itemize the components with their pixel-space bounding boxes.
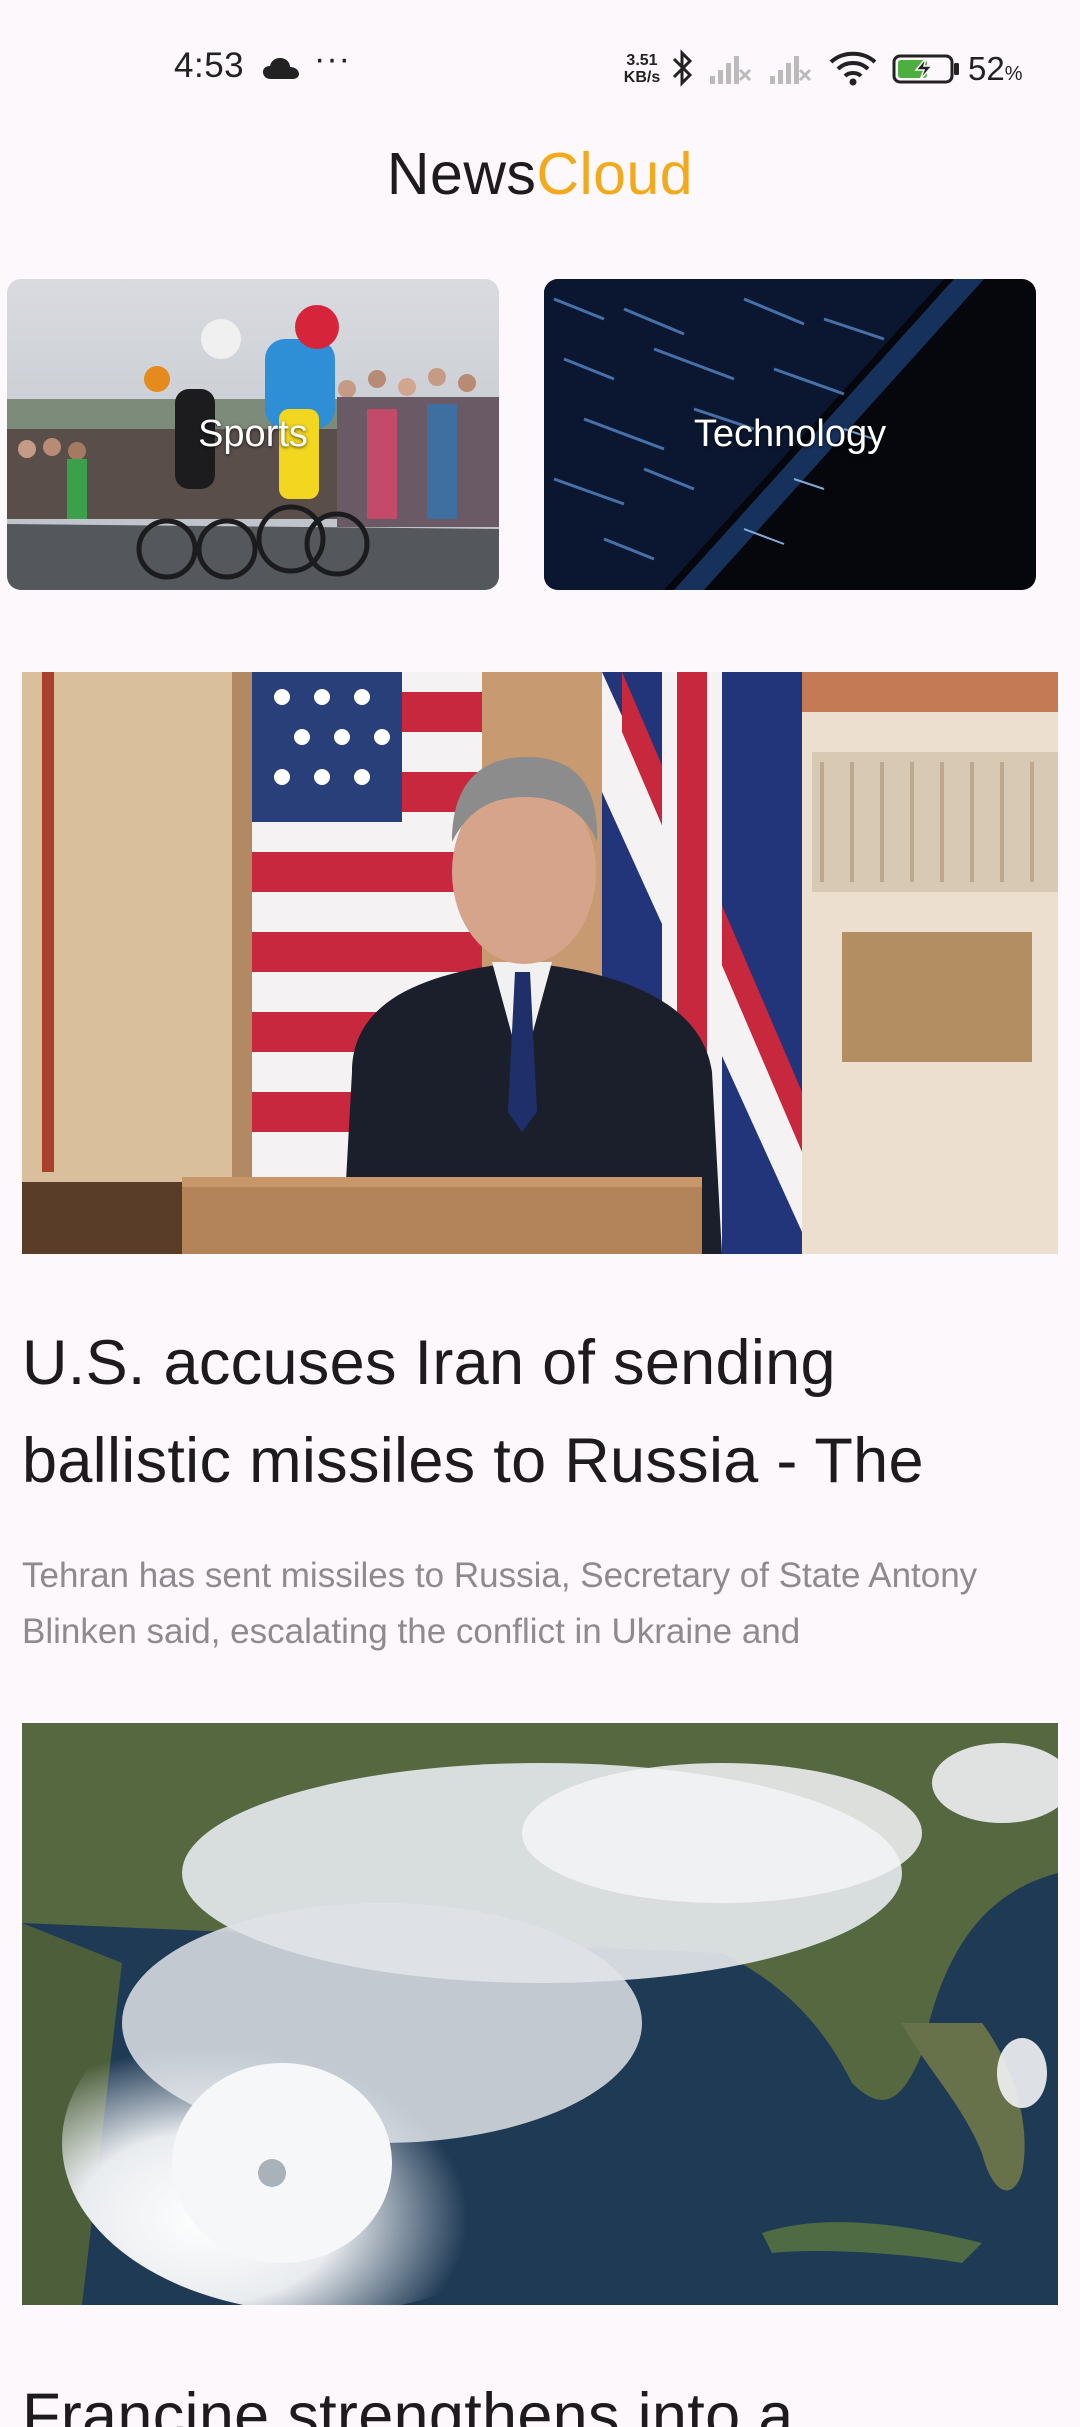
cloud-icon: [263, 58, 299, 79]
status-bar: 4:53 ··· 3.51 KB/s 52%: [0, 0, 1080, 140]
network-speed-value: 3.51: [626, 52, 658, 69]
hurricane-satellite-image: [22, 1723, 1058, 2305]
battery-percent: 52%: [968, 50, 1023, 88]
category-card-sports[interactable]: Sports: [7, 279, 499, 590]
category-card-technology[interactable]: Technology: [544, 279, 1036, 590]
bluetooth-icon: [672, 49, 693, 87]
network-speed: 3.51 KB/s: [618, 52, 666, 86]
article-image: [22, 1723, 1058, 2305]
article-headline: Francine strengthens into a: [22, 2381, 794, 2427]
category-label-sports: Sports: [198, 413, 308, 455]
article-card[interactable]: Francine strengthens into a: [22, 1723, 1058, 2427]
more-notifications-icon: ···: [314, 40, 351, 78]
battery-charging-icon: [892, 54, 959, 84]
battery-value: 52: [968, 50, 1005, 87]
article-image: [22, 672, 1058, 1254]
wifi-icon: [829, 51, 877, 86]
category-label-technology: Technology: [693, 413, 887, 455]
app-title-news: News: [386, 141, 537, 207]
article-card[interactable]: U.S. accuses Iran of sending ballistic m…: [22, 672, 1058, 1660]
signal-2-icon: [770, 56, 812, 84]
app-title-cloud: Cloud: [536, 141, 694, 207]
network-speed-unit: KB/s: [623, 69, 661, 86]
app-title: NewsCloud: [0, 140, 1080, 208]
signal-1-icon: [710, 56, 752, 84]
article-headline: U.S. accuses Iran of sending ballistic m…: [22, 1328, 924, 1496]
status-time: 4:53: [174, 46, 245, 85]
battery-unit: %: [1004, 63, 1023, 85]
press-conference-image: [22, 672, 1058, 1254]
article-summary: Tehran has sent missiles to Russia, Secr…: [22, 1556, 978, 1651]
